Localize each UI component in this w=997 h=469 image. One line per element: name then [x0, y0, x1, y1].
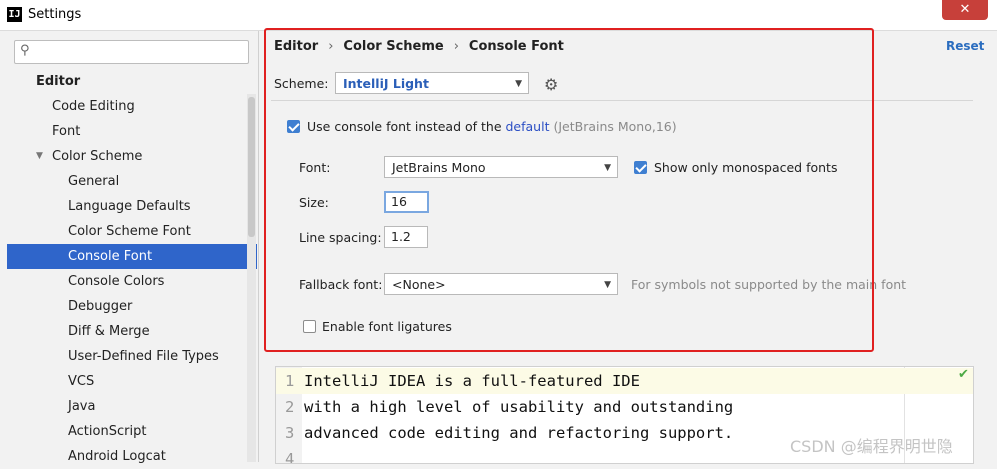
settings-tree: Editor Code Editing Font ▼ Color Scheme …	[7, 69, 257, 469]
line-spacing-input[interactable]: 1.2	[384, 226, 428, 248]
settings-search-input[interactable]	[37, 43, 241, 62]
sidebar-item-java[interactable]: Java	[7, 394, 257, 419]
breadcrumb-color-scheme[interactable]: Color Scheme	[343, 39, 443, 54]
fallback-font-select[interactable]: <None> ▼	[384, 273, 618, 295]
code-text: advanced code editing and refactoring su…	[304, 424, 734, 442]
checkmark-icon: ✔	[958, 367, 969, 382]
chevron-down-icon: ▼	[604, 163, 611, 173]
divider	[271, 100, 973, 101]
expand-arrow-icon[interactable]: ▼	[36, 144, 43, 169]
sidebar-item-language-defaults[interactable]: Language Defaults	[7, 194, 257, 219]
watermark: CSDN @编程界明世隐	[790, 437, 953, 456]
line-number: 3	[285, 424, 295, 442]
sidebar-item-label: Code Editing	[52, 99, 135, 114]
sidebar-item-label: Java	[68, 399, 96, 414]
breadcrumb-editor[interactable]: Editor	[274, 39, 318, 54]
breadcrumb: Editor › Color Scheme › Console Font	[274, 39, 564, 54]
sidebar-item-color-scheme-font[interactable]: Color Scheme Font	[7, 219, 257, 244]
chevron-down-icon: ▼	[515, 79, 522, 89]
sidebar-scrollbar[interactable]	[247, 94, 256, 462]
window-title: Settings	[28, 7, 82, 22]
sidebar-item-console-font[interactable]: Console Font	[7, 244, 257, 269]
sidebar-item-android-logcat[interactable]: Android Logcat	[7, 444, 257, 469]
breadcrumb-console-font: Console Font	[468, 39, 564, 54]
use-console-font-text: Use console font instead of the	[307, 119, 502, 134]
code-line: 1 IntelliJ IDEA is a full-featured IDE	[276, 368, 973, 394]
sidebar-item-editor[interactable]: Editor	[7, 69, 257, 94]
font-label: Font:	[299, 160, 331, 175]
sidebar-item-label: Language Defaults	[68, 199, 191, 214]
size-input[interactable]: 16	[384, 191, 429, 213]
fallback-font-label: Fallback font:	[299, 277, 383, 292]
use-console-font-label: Use console font instead of the default …	[307, 119, 677, 134]
sidebar-item-diff-merge[interactable]: Diff & Merge	[7, 319, 257, 344]
scheme-select[interactable]: IntelliJ Light ▼	[335, 72, 529, 94]
sidebar-item-label: Font	[52, 124, 81, 139]
monospaced-only-label: Show only monospaced fonts	[654, 160, 838, 175]
settings-sidebar: ⚲ Editor Code Editing Font ▼ Color Schem…	[0, 31, 259, 464]
default-font-detail: (JetBrains Mono,16)	[553, 119, 677, 134]
sidebar-item-console-colors[interactable]: Console Colors	[7, 269, 257, 294]
line-number: 4	[285, 450, 295, 464]
settings-search-box[interactable]: ⚲	[14, 40, 249, 64]
default-font-link[interactable]: default	[506, 119, 550, 134]
code-text: with a high level of usability and outst…	[304, 398, 734, 416]
sidebar-item-label: Console Font	[68, 249, 153, 264]
line-spacing-label: Line spacing:	[299, 230, 382, 245]
sidebar-item-actionscript[interactable]: ActionScript	[7, 419, 257, 444]
sidebar-item-label: Color Scheme Font	[68, 224, 191, 239]
line-number: 1	[285, 372, 295, 390]
ligatures-label: Enable font ligatures	[322, 319, 452, 334]
close-window-button[interactable]: ✕	[942, 0, 988, 20]
sidebar-item-label: Debugger	[68, 299, 133, 314]
scheme-select-value: IntelliJ Light	[343, 76, 429, 91]
sidebar-item-general[interactable]: General	[7, 169, 257, 194]
sidebar-item-vcs[interactable]: VCS	[7, 369, 257, 394]
sidebar-item-label: Console Colors	[68, 274, 165, 289]
ligatures-checkbox[interactable]	[303, 320, 316, 333]
sidebar-item-label: Color Scheme	[52, 149, 143, 164]
sidebar-item-label: VCS	[68, 374, 95, 389]
fallback-font-value: <None>	[392, 277, 446, 292]
sidebar-item-debugger[interactable]: Debugger	[7, 294, 257, 319]
scrollbar-thumb[interactable]	[248, 97, 255, 237]
search-icon: ⚲	[20, 43, 30, 58]
gear-icon[interactable]: ⚙	[544, 75, 558, 94]
breadcrumb-separator-icon: ›	[453, 39, 459, 54]
fallback-font-hint: For symbols not supported by the main fo…	[631, 277, 907, 292]
title-bar: IJ Settings ✕	[0, 0, 997, 31]
scheme-label: Scheme:	[274, 76, 329, 91]
monospaced-only-checkbox[interactable]	[634, 161, 647, 174]
sidebar-item-label: Editor	[36, 74, 81, 89]
font-select-value: JetBrains Mono	[392, 160, 486, 175]
use-console-font-checkbox[interactable]	[287, 120, 300, 133]
line-number: 2	[285, 398, 295, 416]
sidebar-item-color-scheme[interactable]: ▼ Color Scheme	[7, 144, 257, 169]
code-line: 2 with a high level of usability and out…	[276, 394, 973, 420]
sidebar-item-label: General	[68, 174, 120, 189]
code-text: IntelliJ IDEA is a full-featured IDE	[304, 372, 640, 390]
sidebar-item-label: User-Defined File Types	[68, 349, 219, 364]
breadcrumb-separator-icon: ›	[328, 39, 334, 54]
font-select[interactable]: JetBrains Mono ▼	[384, 156, 618, 178]
chevron-down-icon: ▼	[604, 280, 611, 290]
intellij-app-icon: IJ	[7, 7, 22, 22]
sidebar-item-font[interactable]: Font	[7, 119, 257, 144]
size-label: Size:	[299, 195, 329, 210]
sidebar-item-user-defined-file-types[interactable]: User-Defined File Types	[7, 344, 257, 369]
sidebar-item-label: ActionScript	[68, 424, 147, 439]
sidebar-item-code-editing[interactable]: Code Editing	[7, 94, 257, 119]
reset-link[interactable]: Reset	[946, 39, 984, 53]
sidebar-item-label: Diff & Merge	[68, 324, 150, 339]
